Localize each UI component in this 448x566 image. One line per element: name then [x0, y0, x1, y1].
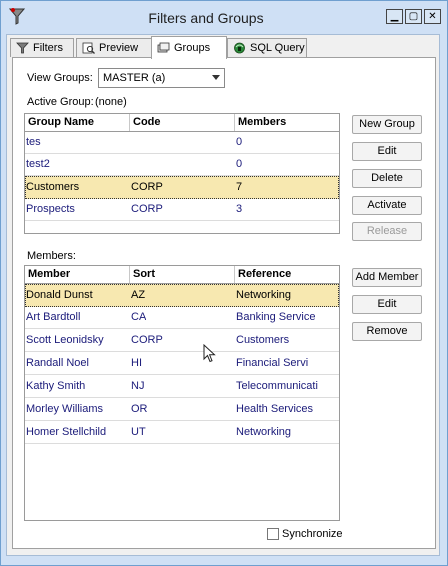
member-sort-cell: HI [131, 357, 142, 369]
member-reference-cell: Telecommunicati [236, 380, 318, 392]
column-header-group-name[interactable]: Group Name [25, 114, 130, 131]
tab-groups-label: Groups [174, 42, 211, 54]
minimize-button[interactable]: ▁ [386, 9, 403, 24]
view-groups-label: View Groups: [27, 72, 93, 84]
member-sort-cell: CA [131, 311, 147, 323]
edit-member-button[interactable]: Edit [352, 295, 422, 314]
tab-sql-query-label: SQL Query [250, 42, 305, 54]
tab-preview-label: Preview [99, 42, 139, 54]
members-label: Members: [27, 250, 76, 262]
window-title: Filters and Groups [148, 10, 264, 26]
table-row-selected[interactable]: Customers CORP 7 [25, 176, 339, 199]
table-row[interactable]: Art Bardtoll CA Banking Service [25, 307, 339, 329]
group-members-cell: 0 [236, 136, 243, 148]
table-row-selected[interactable]: Donald Dunst AZ Networking [25, 284, 339, 307]
table-row[interactable]: test2 0 [25, 154, 339, 176]
synchronize-checkbox[interactable] [267, 528, 279, 540]
group-members-cell: 0 [236, 158, 243, 170]
edit-group-button[interactable]: Edit [352, 142, 422, 161]
active-group-label: Active Group: [27, 96, 94, 108]
group-members-cell: 7 [236, 181, 243, 193]
chevron-down-icon[interactable] [212, 75, 220, 80]
release-group-button[interactable]: Release [352, 222, 422, 241]
table-row[interactable]: Kathy Smith NJ Telecommunicati [25, 376, 339, 398]
sql-query-icon [233, 42, 246, 54]
table-row[interactable]: Prospects CORP 3 [25, 199, 339, 221]
table-row[interactable]: tes 0 [25, 132, 339, 154]
member-name-cell: Morley Williams [26, 403, 103, 415]
member-name-cell: Scott Leonidsky [26, 334, 104, 346]
member-sort-cell: NJ [131, 380, 145, 392]
close-button[interactable]: ✕ [424, 9, 441, 24]
column-header-sort[interactable]: Sort [130, 266, 235, 283]
tab-preview[interactable]: Preview [76, 38, 154, 57]
preview-icon [82, 42, 95, 54]
synchronize-label[interactable]: Synchronize [282, 528, 343, 540]
member-reference-cell: Health Services [236, 403, 314, 415]
maximize-button[interactable]: ▢ [405, 9, 422, 24]
table-row[interactable]: Morley Williams OR Health Services [25, 399, 339, 421]
group-name-cell: Customers [26, 181, 80, 193]
member-reference-cell: Networking [236, 289, 292, 301]
member-sort-cell: OR [131, 403, 148, 415]
view-groups-select[interactable]: MASTER (a) [98, 68, 225, 88]
member-name-cell: Homer Stellchild [26, 426, 107, 438]
member-reference-cell: Networking [236, 426, 292, 438]
members-table[interactable]: Member Sort Reference Donald Dunst AZ Ne… [24, 265, 340, 521]
group-code-cell: CORP [131, 181, 163, 193]
groups-table-header: Group Name Code Members [25, 114, 339, 132]
group-name-cell: tes [26, 136, 41, 148]
filter-icon [16, 42, 29, 54]
mouse-cursor-icon [203, 343, 217, 367]
member-name-cell: Randall Noel [26, 357, 89, 369]
member-name-cell: Art Bardtoll [26, 311, 81, 323]
tab-filters[interactable]: Filters [10, 38, 74, 57]
groups-icon [157, 42, 170, 54]
column-header-members[interactable]: Members [235, 114, 339, 131]
activate-group-button[interactable]: Activate [352, 196, 422, 215]
members-table-header: Member Sort Reference [25, 266, 339, 284]
add-member-button[interactable]: Add Member [352, 268, 422, 287]
table-row[interactable]: Homer Stellchild UT Networking [25, 422, 339, 444]
tab-filters-label: Filters [33, 42, 63, 54]
view-groups-value: MASTER (a) [103, 72, 166, 84]
column-header-reference[interactable]: Reference [235, 266, 339, 283]
remove-member-button[interactable]: Remove [352, 322, 422, 341]
table-row[interactable]: Randall Noel HI Financial Servi [25, 353, 339, 375]
group-name-cell: test2 [26, 158, 50, 170]
new-group-button[interactable]: New Group [352, 115, 422, 134]
column-header-code[interactable]: Code [130, 114, 235, 131]
tab-sql-query[interactable]: SQL Query [227, 38, 307, 57]
column-header-member[interactable]: Member [25, 266, 130, 283]
member-reference-cell: Customers [236, 334, 290, 346]
group-members-cell: 3 [236, 203, 243, 215]
member-sort-cell: AZ [131, 289, 146, 301]
title-bar[interactable]: Filters and Groups ▁ ▢ ✕ [1, 1, 447, 35]
groups-table[interactable]: Group Name Code Members tes 0 test2 0 Cu… [24, 113, 340, 234]
group-code-cell: CORP [131, 203, 163, 215]
tab-groups[interactable]: Groups [151, 36, 227, 59]
table-row[interactable]: Scott Leonidsky CORP Customers [25, 330, 339, 352]
group-name-cell: Prospects [26, 203, 75, 215]
member-reference-cell: Banking Service [236, 311, 316, 323]
active-group-value: (none) [95, 96, 127, 108]
member-reference-cell: Financial Servi [236, 357, 309, 369]
member-sort-cell: UT [131, 426, 146, 438]
member-sort-cell: CORP [131, 334, 163, 346]
delete-group-button[interactable]: Delete [352, 169, 422, 188]
member-name-cell: Donald Dunst [26, 289, 93, 301]
member-name-cell: Kathy Smith [26, 380, 86, 392]
